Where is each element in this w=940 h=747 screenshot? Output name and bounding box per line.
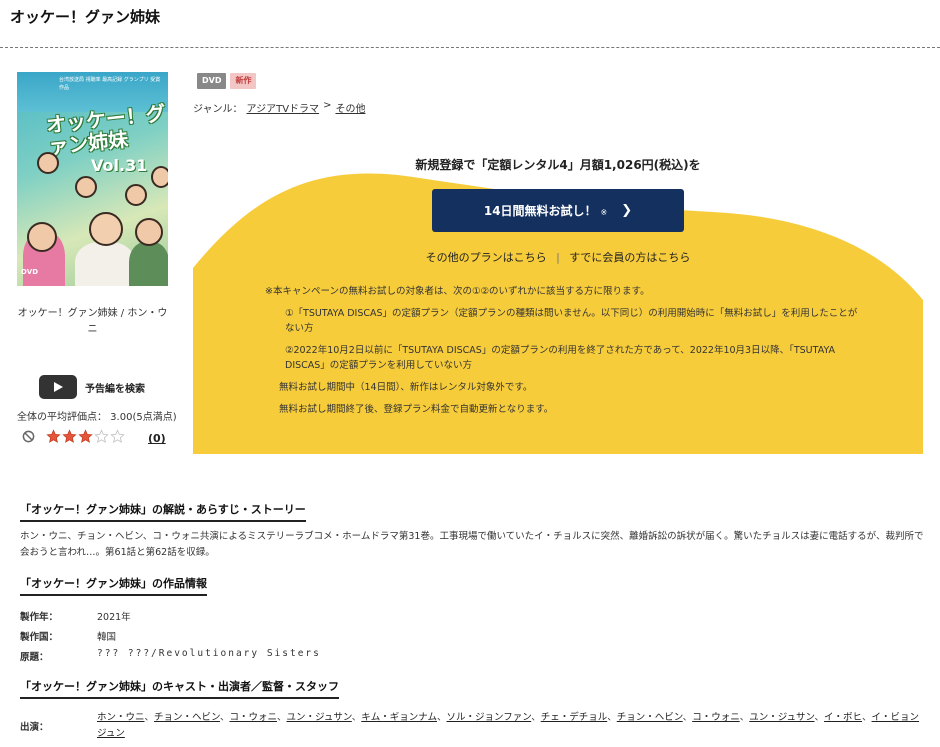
- production-year-value: 2021年: [97, 612, 131, 623]
- chevron-right-icon: ❯: [621, 203, 633, 218]
- trailer-search-label[interactable]: 予告編を検索: [85, 380, 145, 395]
- cast-link[interactable]: ユン・ジュサン: [749, 712, 814, 723]
- campaign-notes: ※本キャンペーンの無料お試しの対象者は、次の①②のいずれかに該当する方に限ります…: [265, 284, 865, 424]
- free-trial-campaign: 新規登録で「定額レンタル4」月額1,026円(税込)を 14日間無料お試し！ ※…: [193, 150, 923, 454]
- original-title-value: ??? ???/Revolutionary Sisters: [97, 648, 321, 659]
- trailer-search[interactable]: 予告編を検索: [39, 375, 145, 399]
- star-filled-icon[interactable]: [62, 429, 77, 444]
- no-rating-icon[interactable]: [22, 430, 35, 443]
- work-title-caption: オッケー！グァン姉妹 / ホン・ウニ: [17, 308, 168, 335]
- cover-volume-text: Vol.31: [91, 156, 148, 175]
- cast-separator: 、: [144, 712, 155, 723]
- cover-figure: [75, 242, 135, 286]
- cast-separator: 、: [351, 712, 362, 723]
- cast-link[interactable]: コ・ウォニ: [229, 712, 277, 723]
- genre-link-other[interactable]: その他: [335, 100, 365, 115]
- campaign-note-intro: ※本キャンペーンの無料お試しの対象者は、次の①②のいずれかに該当する方に限ります…: [265, 286, 650, 297]
- cast-link[interactable]: コ・ウォニ: [692, 712, 740, 723]
- free-trial-button[interactable]: 14日間無料お試し！ ※ ❯: [432, 189, 684, 232]
- cast-label: 出演：: [20, 722, 49, 733]
- cast-separator: 、: [531, 712, 541, 723]
- campaign-headline: 新規登録で「定額レンタル4」月額1,026円(税込)を: [415, 158, 701, 172]
- cast-separator: 、: [607, 712, 617, 723]
- star-empty-icon[interactable]: [110, 429, 125, 444]
- cast-link[interactable]: チョン・ヘビン: [617, 712, 683, 723]
- star-filled-icon[interactable]: [46, 429, 61, 444]
- dvd-badge: DVD: [197, 73, 227, 89]
- cover-dvd-mark: DVD: [21, 268, 39, 276]
- cast-separator: 、: [862, 712, 872, 723]
- production-country-label: 製作国：: [20, 632, 59, 643]
- production-year-label: 製作年：: [20, 612, 59, 623]
- other-plans-link[interactable]: その他のプランはこちら: [426, 251, 547, 264]
- cast-separator: 、: [814, 712, 824, 723]
- synopsis-text: ホン・ウニ、チョン・ヘビン、コ・ウォニ共演によるミステリーラブコメ・ホームドラマ…: [20, 531, 924, 558]
- genre-label: ジャンル：: [193, 104, 243, 115]
- cover-face: [89, 212, 123, 246]
- free-trial-note-mark: ※: [600, 208, 608, 217]
- cover-face: [151, 166, 168, 188]
- title-divider: [0, 47, 940, 48]
- campaign-note-1: ①「TSUTAYA DISCAS」の定額プラン（定額プランの種類は問いません。以…: [285, 308, 858, 334]
- cover-face: [75, 176, 97, 198]
- cast-link[interactable]: チェ・デチョル: [541, 712, 608, 723]
- dvd-cover-image[interactable]: 台湾放送局 視聴率 最高記録 グランプリ 受賞作品 オッケー！グァン姉妹 Vol…: [17, 72, 168, 286]
- cast-heading: 「オッケー！グァン姉妹」のキャスト・出演者／監督・スタッフ: [20, 678, 339, 699]
- cast-link[interactable]: ユン・ジュサン: [287, 712, 352, 723]
- plan-links: その他のプランはこちら | すでに会員の方はこちら: [193, 249, 923, 265]
- rating-row: [22, 429, 125, 444]
- cover-face: [27, 222, 57, 252]
- cast-link[interactable]: キム・ギョンナム: [361, 712, 437, 723]
- format-badges: DVD 新作: [197, 73, 257, 89]
- member-login-link[interactable]: すでに会員の方はこちら: [569, 251, 690, 264]
- page-title: オッケー！グァン姉妹: [10, 8, 161, 26]
- free-trial-button-label: 14日間無料お試し！: [483, 204, 597, 218]
- genre-separator: >: [323, 100, 332, 111]
- new-release-badge: 新作: [230, 73, 257, 89]
- genre-breadcrumb: ジャンル： アジアTVドラマ > その他: [193, 100, 365, 115]
- review-count-link[interactable]: (0): [148, 432, 166, 445]
- cast-link[interactable]: ホン・ウニ: [97, 712, 145, 723]
- play-icon[interactable]: [39, 375, 77, 399]
- cover-face: [37, 152, 59, 174]
- star-empty-icon[interactable]: [94, 429, 109, 444]
- cast-link[interactable]: チョン・ヘビン: [154, 712, 220, 723]
- cast-separator: 、: [277, 712, 287, 723]
- cast-separator: 、: [437, 712, 447, 723]
- cover-figure: [129, 242, 168, 286]
- synopsis-heading: 「オッケー！グァン姉妹」の解説・あらすじ・ストーリー: [20, 501, 306, 522]
- campaign-note-3: 無料お試し期間中（14日間）、新作はレンタル対象外です。: [279, 382, 533, 393]
- cast-separator: 、: [739, 712, 750, 723]
- cast-link[interactable]: イ・ボヒ: [824, 712, 862, 723]
- cast-list: ホン・ウニ、チョン・ヘビン、コ・ウォニ、ユン・ジュサン、キム・ギョンナム、ソル・…: [97, 710, 927, 742]
- original-title-label: 原題：: [20, 652, 49, 663]
- campaign-note-4: 無料お試し期間終了後、登録プラン料金で自動更新となります。: [279, 404, 554, 415]
- star-filled-icon[interactable]: [78, 429, 93, 444]
- rating-stars[interactable]: [46, 429, 125, 444]
- cover-face: [125, 184, 147, 206]
- genre-link-asian-tv-drama[interactable]: アジアTVドラマ: [247, 100, 320, 115]
- campaign-note-2: ②2022年10月2日以前に「TSUTAYA DISCAS」の定額プランの利用を…: [285, 345, 836, 371]
- cast-separator: 、: [682, 712, 693, 723]
- average-rating-text: 全体の平均評価点： 3.00(5点満点): [17, 412, 177, 423]
- link-divider: |: [556, 251, 560, 264]
- production-country-value: 韓国: [97, 632, 117, 643]
- work-info-heading: 「オッケー！グァン姉妹」の作品情報: [20, 575, 207, 596]
- cover-face: [135, 218, 163, 246]
- cast-link[interactable]: ソル・ジョンファン: [447, 712, 532, 723]
